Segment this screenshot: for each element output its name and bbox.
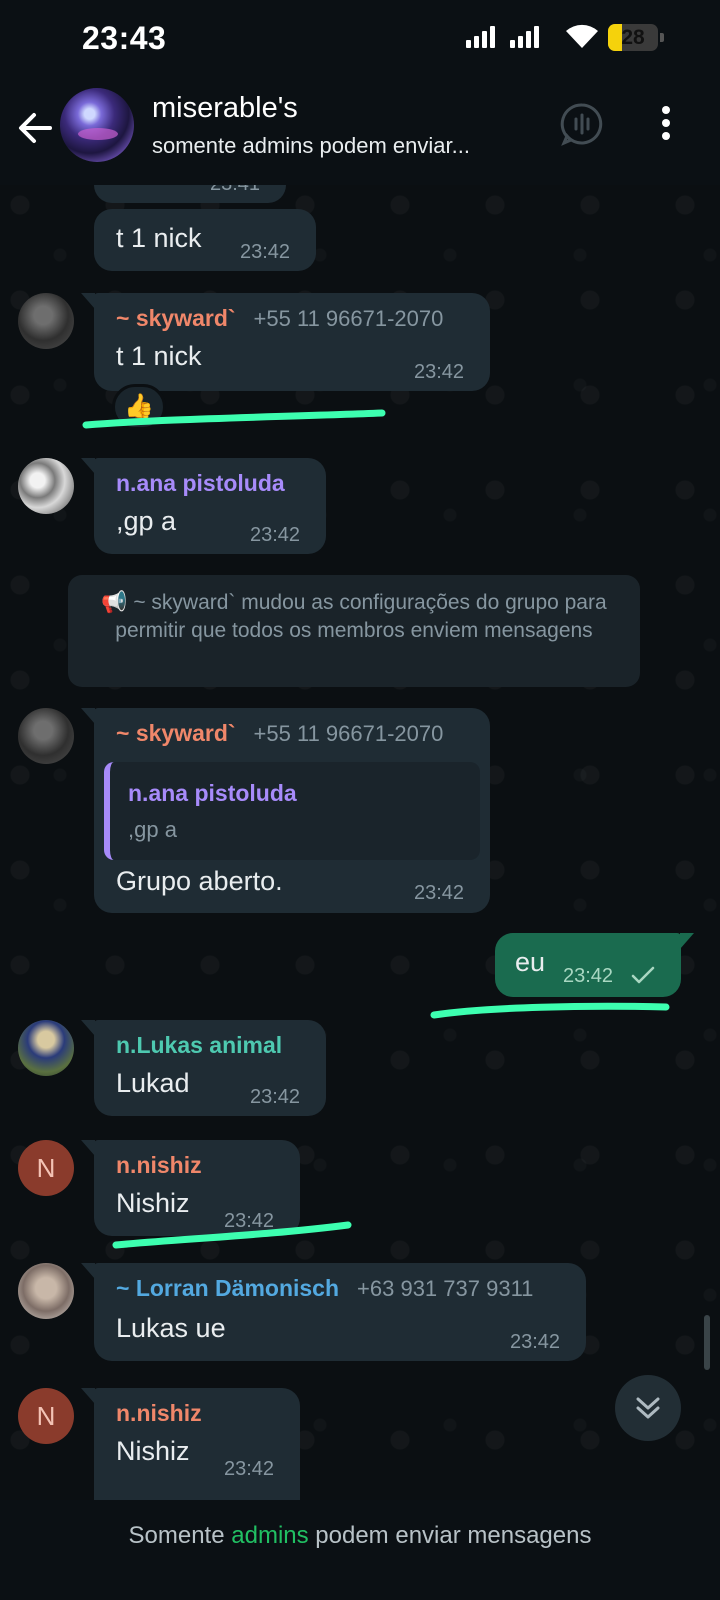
message-bubble[interactable]: 23:41: [94, 185, 286, 203]
admins-only-notice: Somente admins podem enviar mensagens: [0, 1500, 720, 1600]
wifi-icon: [566, 24, 598, 48]
message-time: 23:42: [224, 1210, 275, 1232]
message-sender: n.nishiz: [116, 1152, 202, 1178]
signal-icon: [466, 26, 495, 48]
admins-link[interactable]: admins: [231, 1522, 308, 1549]
battery-tip: [660, 33, 664, 42]
quoted-text: ,gp a: [128, 817, 177, 842]
quoted-message[interactable]: n.ana pistoluda ,gp a: [104, 762, 480, 860]
avatar[interactable]: N: [18, 1140, 74, 1196]
voice-chat-icon[interactable]: [558, 100, 606, 148]
outgoing-message-bubble[interactable]: eu 23:42: [495, 933, 694, 997]
back-arrow-icon[interactable]: [14, 106, 58, 150]
system-message-text: ~ skyward` mudou as configurações do gru…: [115, 591, 607, 642]
chat-header: miserable's somente admins podem enviar.…: [0, 80, 720, 185]
message-sender: ~ skyward` +55 11 96671-2070: [116, 720, 444, 746]
sender-phone: +55 11 96671-2070: [253, 721, 444, 746]
avatar[interactable]: [18, 1263, 74, 1319]
message-sender: n.Lukas animal: [116, 1032, 283, 1058]
scroll-to-bottom-button[interactable]: [615, 1375, 681, 1441]
message-bubble[interactable]: n.ana pistoluda ,gp a 23:42: [81, 458, 326, 554]
message-time: 23:42: [510, 1331, 561, 1353]
message-bubble[interactable]: ~ skyward` +55 11 96671-2070 t 1 nick 23:…: [81, 293, 490, 391]
message-time: 23:42: [250, 524, 301, 546]
avatar[interactable]: [18, 708, 74, 764]
message-time: 23:42: [563, 965, 614, 987]
reaction-badge[interactable]: 👍: [112, 384, 166, 430]
message-bubble[interactable]: ~ skyward` +55 11 96671-2070 n.ana pistol…: [81, 708, 490, 913]
message-sender: ~ Lorran Dämonisch +63 931 737 9311: [116, 1275, 534, 1301]
sender-phone: +55 11 96671-2070: [253, 306, 444, 331]
message-sender: n.ana pistoluda: [116, 470, 285, 496]
battery-level: 28: [621, 26, 645, 49]
avatar[interactable]: [18, 293, 74, 349]
sender-phone: +63 931 737 9311: [357, 1276, 534, 1301]
group-title[interactable]: miserable's: [152, 92, 298, 125]
message-bubble[interactable]: n.nishiz Nishiz 23:42: [81, 1388, 300, 1500]
group-subtitle[interactable]: somente admins podem enviar...: [152, 133, 522, 159]
message-bubble[interactable]: n.nishiz Nishiz 23:42: [81, 1140, 300, 1236]
message-text: ,gp a: [116, 506, 177, 536]
avatar[interactable]: [18, 1020, 74, 1076]
double-chevron-down-icon: [636, 1397, 660, 1419]
scrollbar[interactable]: [704, 1315, 710, 1370]
message-text: Lukas ue: [116, 1313, 226, 1343]
system-message: 📢 ~ skyward` mudou as configurações do g…: [68, 575, 640, 687]
message-time: 23:42: [414, 882, 465, 904]
chat-area[interactable]: 23:41 t 1 nick 23:42 ~ skyward`+55 11 96…: [0, 185, 720, 1500]
status-bar: 23:43 28: [0, 0, 720, 80]
quoted-sender: n.ana pistoluda: [128, 780, 297, 806]
message-time: 23:42: [224, 1458, 275, 1480]
status-time: 23:43: [82, 20, 167, 56]
message-time: 23:41: [210, 185, 260, 196]
megaphone-icon: 📢: [101, 591, 128, 614]
message-text: t 1 nick: [116, 223, 202, 253]
message-text: t 1 nick: [116, 341, 202, 371]
more-options-icon[interactable]: [656, 106, 676, 146]
notice-text-post: podem enviar mensagens: [308, 1522, 592, 1549]
avatar[interactable]: N: [18, 1388, 74, 1444]
message-sender: n.nishiz: [116, 1400, 202, 1426]
message-text: Nishiz: [116, 1188, 190, 1218]
notice-text-pre: Somente: [128, 1522, 232, 1549]
message-text: eu: [515, 947, 546, 977]
battery-icon: 28: [608, 24, 658, 51]
message-time: 23:42: [414, 361, 465, 383]
message-bubble[interactable]: t 1 nick 23:42: [94, 209, 316, 271]
message-text: Lukad: [116, 1068, 190, 1098]
highlight-stroke: [430, 1002, 670, 1019]
message-time: 23:42: [250, 1086, 301, 1108]
message-text: Grupo aberto.: [116, 866, 283, 896]
message-text: Nishiz: [116, 1436, 190, 1466]
sent-check-icon: [631, 966, 655, 984]
group-avatar[interactable]: [60, 88, 134, 162]
message-bubble[interactable]: n.Lukas animal Lukad 23:42: [81, 1020, 326, 1116]
avatar[interactable]: [18, 458, 74, 514]
message-bubble[interactable]: ~ Lorran Dämonisch +63 931 737 9311 Lukas…: [81, 1263, 586, 1361]
message-sender: ~ skyward` +55 11 96671-2070: [116, 305, 444, 331]
signal-icon: [510, 26, 539, 48]
message-time: 23:42: [240, 241, 291, 263]
